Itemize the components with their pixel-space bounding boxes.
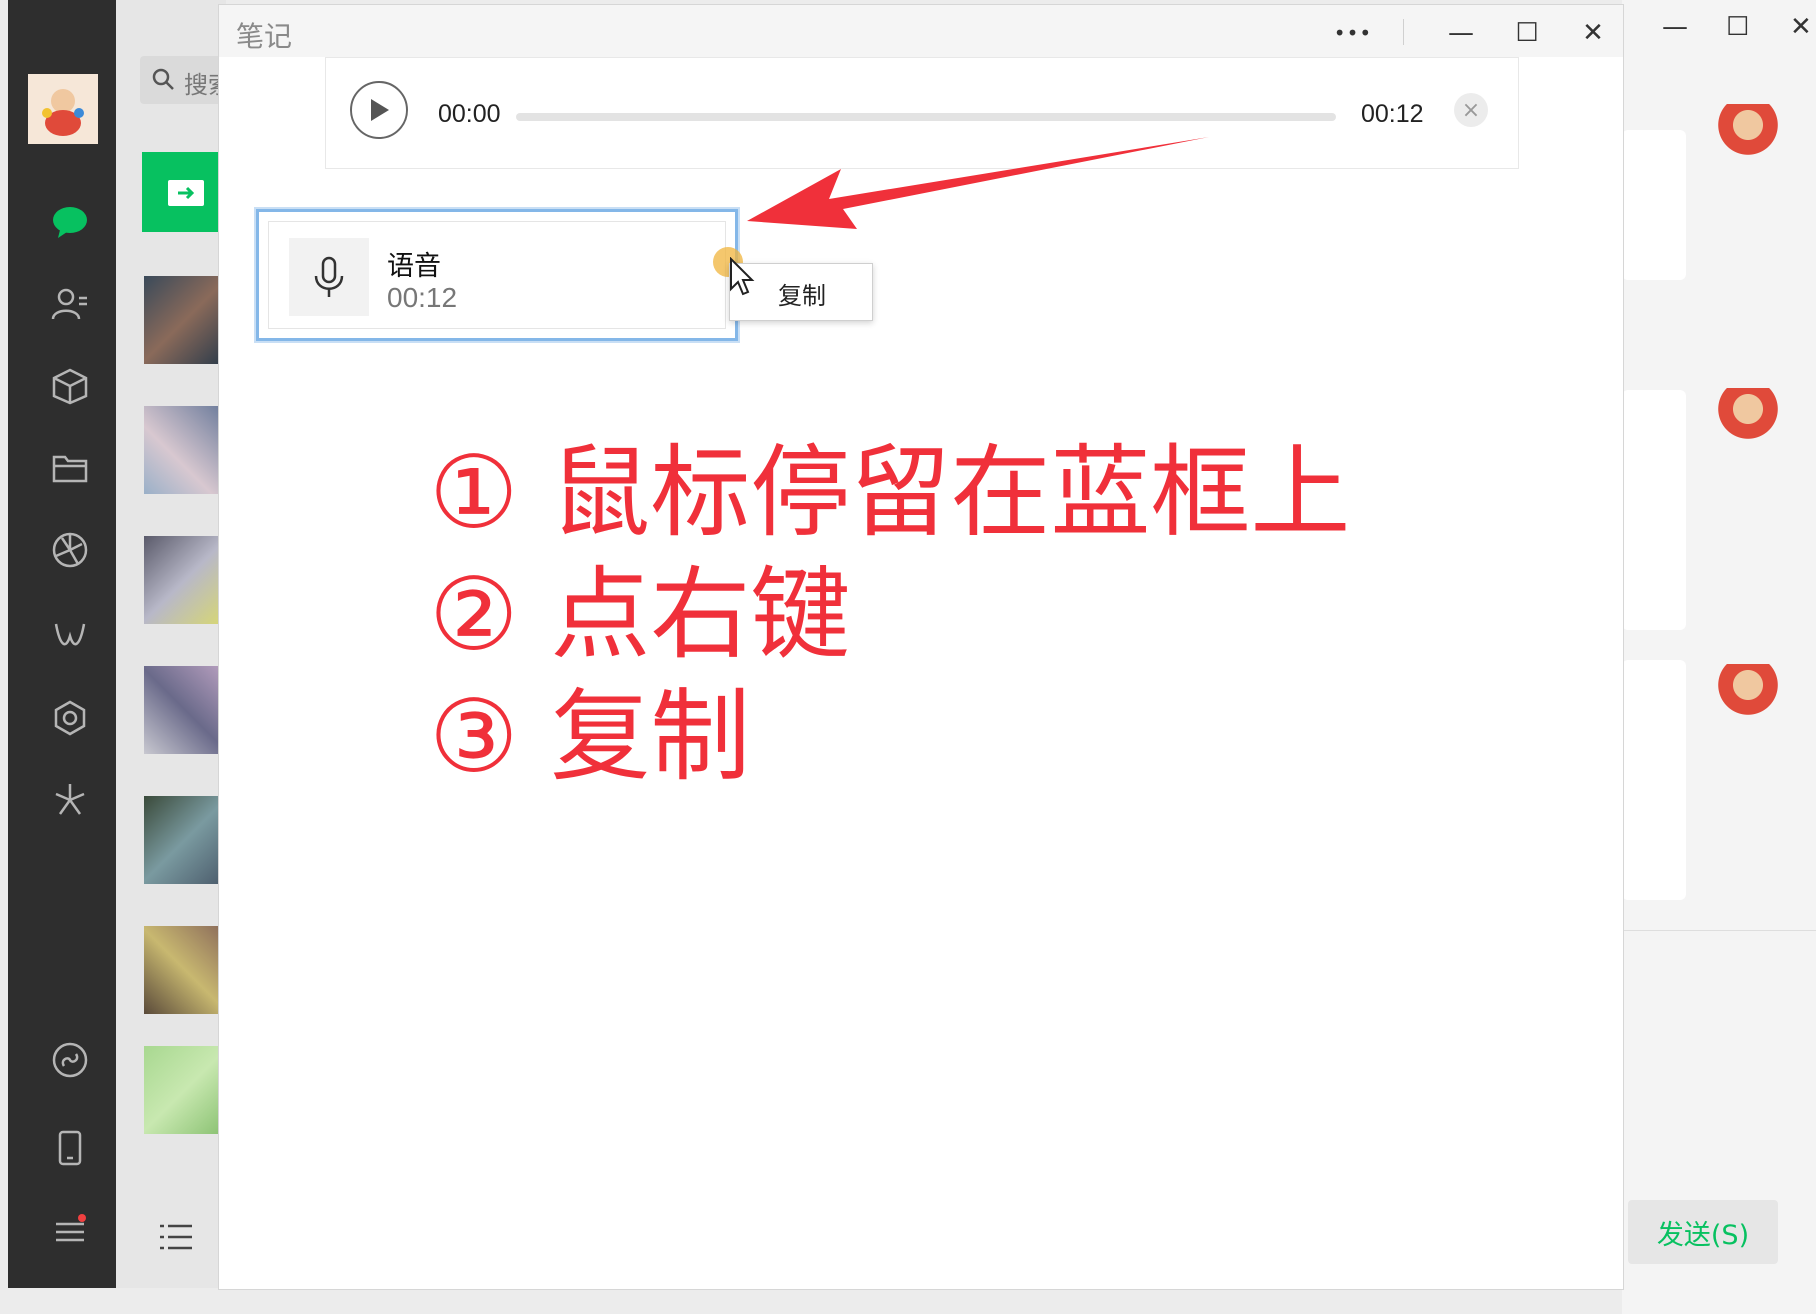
play-button[interactable] <box>350 81 408 139</box>
instruction-step-3: ③ 复制 <box>429 678 751 795</box>
maximize-button[interactable]: ☐ <box>1507 13 1547 53</box>
current-time: 00:00 <box>438 100 501 128</box>
mouse-cursor-icon <box>730 257 755 296</box>
annotation-arrow-icon <box>747 137 1209 229</box>
file-transfer-icon[interactable] <box>142 152 230 232</box>
search-feature-icon[interactable] <box>46 694 94 742</box>
close-button[interactable]: ✕ <box>1573 13 1613 53</box>
titlebar-divider <box>1403 19 1404 45</box>
notes-window: 笔记 ••• — ☐ ✕ 00:00 00:12 × 语音 00:12 复制 ①… <box>218 4 1624 1290</box>
notes-titlebar: 笔记 ••• — ☐ ✕ <box>219 5 1623 57</box>
folder-icon[interactable] <box>46 444 94 492</box>
more-options-button[interactable]: ••• <box>1333 13 1373 53</box>
search-icon <box>150 66 176 96</box>
window-close-button-bg[interactable]: ✕ <box>1790 12 1812 42</box>
message-bubble <box>1622 390 1686 630</box>
divider <box>1622 930 1816 931</box>
progress-track[interactable] <box>516 113 1336 121</box>
total-time: 00:12 <box>1361 100 1424 128</box>
chat-list: 搜索 <box>116 0 230 1288</box>
channels-icon[interactable] <box>46 612 94 660</box>
avatar <box>1718 664 1778 724</box>
avatar-figure-icon <box>42 89 84 136</box>
avatar <box>1718 388 1778 448</box>
chat-avatar[interactable] <box>144 276 226 364</box>
message-bubble <box>1622 660 1686 900</box>
microphone-icon <box>289 238 369 316</box>
search-box[interactable]: 搜索 <box>140 56 230 104</box>
window-minimize-button-bg[interactable]: — <box>1662 12 1688 42</box>
notes-window-title: 笔记 <box>236 20 293 53</box>
chat-avatar[interactable] <box>144 536 226 624</box>
menu-icon[interactable] <box>46 1208 94 1256</box>
chat-avatar[interactable] <box>144 926 226 1014</box>
send-button[interactable]: 发送(S) <box>1628 1200 1778 1264</box>
chat-pane: — ☐ ✕ <box>1622 0 1816 1314</box>
voice-note-inner: 语音 00:12 <box>268 221 726 329</box>
voice-note-duration: 00:12 <box>387 282 458 313</box>
close-audio-button[interactable]: × <box>1454 93 1488 127</box>
play-icon <box>371 99 389 121</box>
chat-icon[interactable] <box>46 198 94 246</box>
chat-avatar[interactable] <box>144 406 226 494</box>
user-avatar[interactable] <box>28 74 98 144</box>
app-sidebar <box>8 0 116 1288</box>
contacts-icon[interactable] <box>46 280 94 328</box>
phone-icon[interactable] <box>46 1124 94 1172</box>
list-view-icon[interactable] <box>158 1222 194 1256</box>
discover-icon[interactable] <box>46 776 94 824</box>
voice-note-label: 语音 <box>387 251 441 282</box>
message-bubble <box>1622 130 1686 280</box>
mini-program-icon[interactable] <box>46 1036 94 1084</box>
avatar <box>1718 104 1778 164</box>
instruction-step-1: ① 鼠标停留在蓝框上 <box>429 434 1351 551</box>
chat-avatar[interactable] <box>144 666 226 754</box>
minimize-button[interactable]: — <box>1441 13 1481 53</box>
window-maximize-button-bg[interactable]: ☐ <box>1726 12 1749 42</box>
chat-avatar[interactable] <box>144 1046 226 1134</box>
voice-note-card[interactable]: 语音 00:12 <box>254 207 740 343</box>
moments-icon[interactable] <box>46 526 94 574</box>
box-icon[interactable] <box>46 362 94 410</box>
instruction-step-2: ② 点右键 <box>429 556 851 673</box>
chat-avatar[interactable] <box>144 796 226 884</box>
